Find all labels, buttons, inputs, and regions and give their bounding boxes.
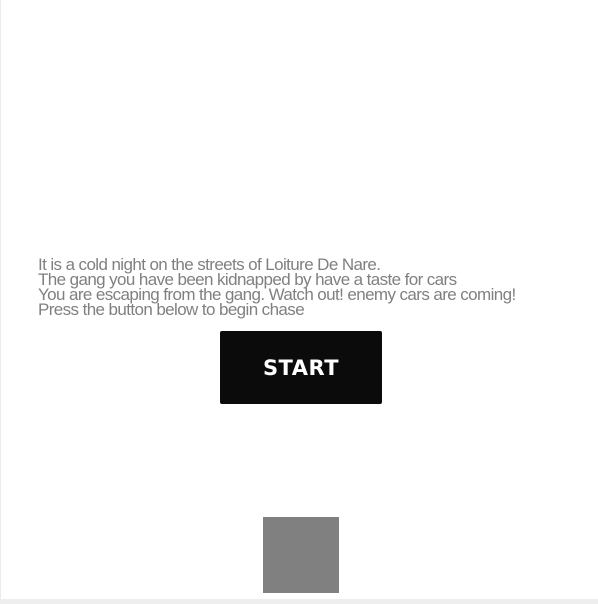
canvas-left-border xyxy=(0,0,1,604)
canvas-bottom-border xyxy=(0,599,598,604)
game-canvas: It is a cold night on the streets of Loi… xyxy=(0,0,598,604)
player-car xyxy=(263,517,339,593)
intro-story-text: It is a cold night on the streets of Loi… xyxy=(38,256,594,319)
start-button[interactable]: START xyxy=(220,331,382,404)
story-line-4: Press the button below to begin chase xyxy=(38,300,305,319)
